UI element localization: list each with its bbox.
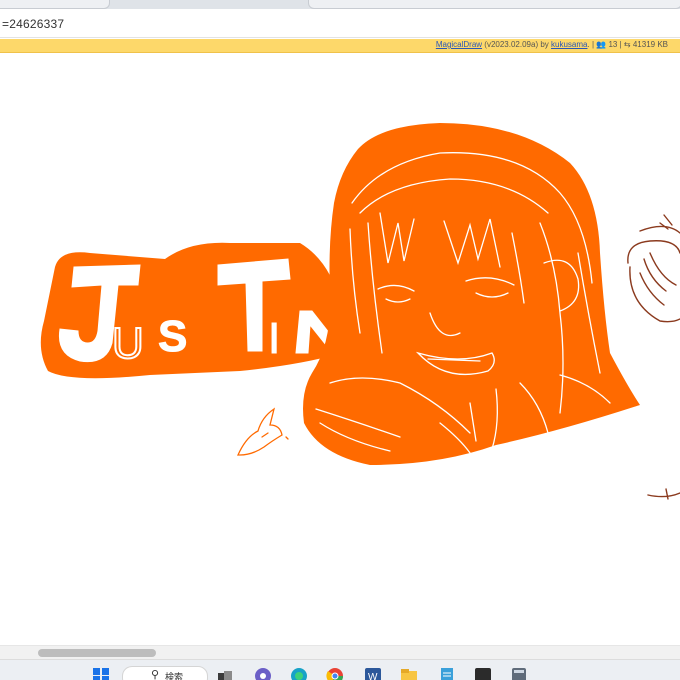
- task-view-icon[interactable]: [216, 667, 234, 680]
- letter-i: I: [268, 314, 280, 363]
- app-version: (v2023.02.09a) by: [484, 40, 549, 49]
- notepad-icon[interactable]: [438, 667, 456, 680]
- users-count: 13: [608, 40, 618, 49]
- people-icon: 👥: [596, 40, 607, 49]
- windows-start-icon[interactable]: [92, 667, 110, 680]
- app-name-link[interactable]: MagicalDraw: [436, 40, 482, 49]
- drawing-canvas[interactable]: U S I: [0, 53, 680, 645]
- author-link[interactable]: kukusama: [551, 40, 587, 49]
- taskbar-search[interactable]: ⚲ 検索: [122, 666, 208, 680]
- data-size: 41319 KB: [632, 40, 668, 49]
- taskbar: ⚲ 検索 W: [0, 659, 680, 680]
- horizontal-scrollbar[interactable]: [0, 645, 680, 660]
- letter-u: U: [112, 319, 144, 368]
- hand-sketch: [236, 407, 289, 456]
- side-sketch: [627, 214, 680, 500]
- teams-chat-icon[interactable]: [254, 667, 272, 680]
- app-info-text: MagicalDraw (v2023.02.09a) by kukusama. …: [436, 40, 668, 49]
- address-url[interactable]: =24626337: [2, 17, 64, 31]
- file-explorer-icon[interactable]: [400, 667, 418, 680]
- search-icon: ⚲: [151, 669, 160, 680]
- terminal-icon[interactable]: [474, 667, 492, 680]
- app-info-bar: MagicalDraw (v2023.02.09a) by kukusama. …: [0, 39, 680, 53]
- chrome-icon[interactable]: [326, 667, 344, 680]
- tab-strip: [0, 0, 680, 9]
- info-separator: . |: [587, 40, 595, 49]
- edge-icon[interactable]: [290, 667, 308, 680]
- transfer-arrows-icon: ⇆: [623, 40, 631, 49]
- browser-tab-active[interactable]: [308, 0, 680, 9]
- word-icon[interactable]: W: [364, 667, 382, 680]
- info-separator-2: |: [619, 40, 622, 49]
- canvas-drawing: U S I: [40, 123, 680, 500]
- address-bar[interactable]: =24626337: [0, 9, 680, 38]
- calculator-icon[interactable]: [510, 667, 528, 680]
- scrollbar-thumb[interactable]: [38, 649, 156, 657]
- letter-s: S: [158, 312, 187, 361]
- browser-tab[interactable]: [0, 0, 110, 9]
